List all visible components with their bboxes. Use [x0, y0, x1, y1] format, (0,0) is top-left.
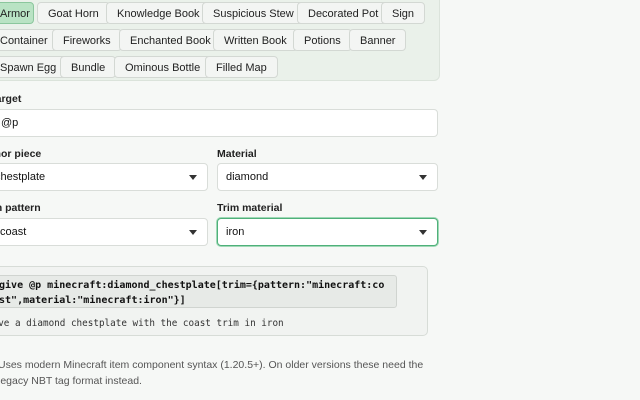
- armor-piece-select[interactable]: chestplate: [0, 163, 208, 191]
- trim-pattern-label: Trim pattern: [0, 202, 41, 214]
- trim-material-label: Trim material: [217, 202, 283, 214]
- material-label: Material: [217, 148, 257, 160]
- item-type-fireworks[interactable]: Fireworks: [52, 29, 122, 51]
- trim-pattern-value: coast: [0, 226, 27, 238]
- item-type-decorated-pot[interactable]: Decorated Pot: [297, 2, 390, 24]
- chevron-down-icon: [419, 175, 427, 180]
- target-label: Target: [0, 93, 22, 105]
- target-value: @p: [1, 117, 19, 129]
- trim-material-select[interactable]: iron: [217, 218, 438, 246]
- item-type-banner[interactable]: Banner: [349, 29, 407, 51]
- target-input[interactable]: @p: [0, 109, 438, 137]
- armor-piece-label: Armor piece: [0, 148, 42, 160]
- command-output-panel: /give @p minecraft:diamond_chestplate[tr…: [0, 266, 428, 336]
- item-type-bundle[interactable]: Bundle: [60, 56, 117, 78]
- trim-pattern-select[interactable]: coast: [0, 218, 208, 246]
- item-type-filled-map[interactable]: Filled Map: [205, 56, 278, 78]
- trim-material-value: iron: [226, 226, 245, 238]
- item-type-enchanted-book[interactable]: Enchanted Book: [119, 29, 222, 51]
- item-type-potions[interactable]: Potions: [293, 29, 352, 51]
- chevron-down-icon: [419, 230, 427, 235]
- item-type-written-book[interactable]: Written Book: [213, 29, 298, 51]
- item-type-armor[interactable]: Armor: [0, 2, 34, 24]
- material-value: diamond: [226, 171, 269, 183]
- syntax-footnote: Uses modern Minecraft item component syn…: [0, 359, 424, 387]
- item-type-spawn-egg[interactable]: Spawn Egg: [0, 56, 68, 78]
- armor-piece-value: chestplate: [0, 171, 46, 183]
- item-type-suspicious-stew[interactable]: Suspicious Stew: [202, 2, 305, 24]
- command-code[interactable]: /give @p minecraft:diamond_chestplate[tr…: [0, 275, 397, 308]
- item-type-knowledge-book[interactable]: Knowledge Book: [106, 2, 211, 24]
- item-type-sign[interactable]: Sign: [381, 2, 426, 24]
- chevron-down-icon: [189, 230, 197, 235]
- material-select[interactable]: diamond: [217, 163, 438, 191]
- item-type-goat-horn[interactable]: Goat Horn: [37, 2, 110, 24]
- command-description: Give a diamond chestplate with the coast…: [0, 318, 284, 329]
- item-type-ominous-bottle[interactable]: Ominous Bottle: [114, 56, 212, 78]
- chevron-down-icon: [189, 175, 197, 180]
- item-type-container[interactable]: Container: [0, 29, 59, 51]
